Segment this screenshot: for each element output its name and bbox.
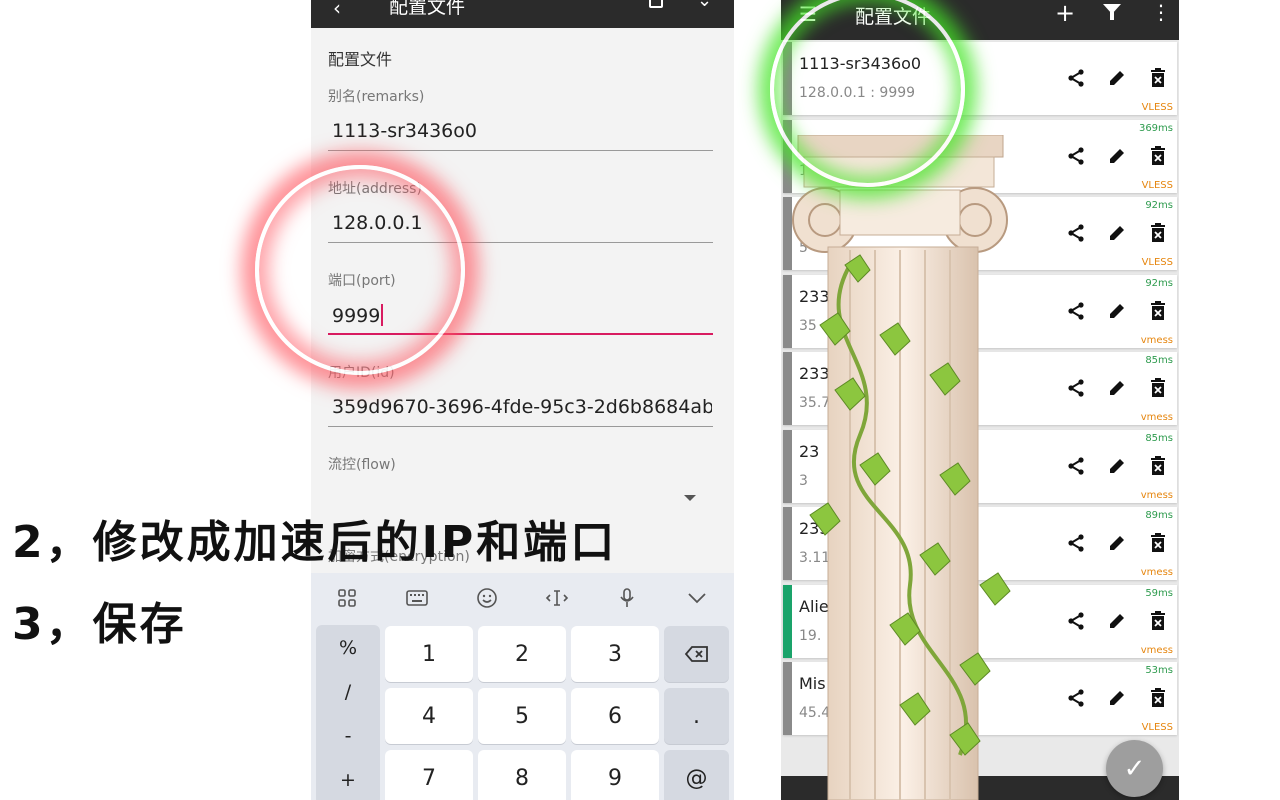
highlight-ring-red [255,165,465,375]
share-icon[interactable] [1065,609,1087,633]
add-icon[interactable]: + [1055,0,1075,27]
caption-step-3: 3，保存 [12,599,187,650]
card-latency: 92ms [1145,200,1173,211]
flow-label: 流控(flow) [328,457,396,473]
share-icon[interactable] [1065,299,1087,323]
card-protocol: VLESS [1141,722,1173,733]
card-protocol: vmess [1140,334,1173,346]
key-9[interactable]: 9 [571,750,659,800]
card-latency: 369ms [1138,122,1173,134]
edit-icon[interactable] [1106,609,1128,633]
delete-icon[interactable] [1147,66,1169,90]
delete-icon[interactable] [1147,609,1169,633]
card-latency: 85ms [1145,355,1173,366]
edit-icon[interactable] [1106,531,1128,555]
mic-icon[interactable] [612,583,642,613]
edit-config-screen: ‹ 配置文件 ⌄ 配置文件 别名(remarks) 1113-sr3436o0 … [311,0,734,800]
filter-icon-stem [1110,12,1114,20]
card-latency: 89ms [1145,510,1173,521]
edit-icon[interactable] [1106,66,1128,90]
flow-dropdown-icon[interactable] [684,495,696,501]
card-protocol: vmess [1140,412,1173,423]
more-icon[interactable]: ⋮ [1151,0,1171,24]
delete-icon[interactable] [1147,221,1169,245]
backspace-key[interactable] [664,626,729,682]
edit-icon[interactable] [1106,221,1128,245]
delete-icon[interactable] [1147,299,1169,323]
card-protocol: vmess [1140,644,1173,656]
connect-fab[interactable]: ✓ [1106,740,1163,797]
edit-icon[interactable] [1106,144,1128,168]
caption-step-2: 2，修改成加速后的IP和端口 [12,517,618,568]
share-icon[interactable] [1065,221,1087,245]
backspace-icon [684,646,708,662]
apps-icon[interactable] [332,583,362,613]
card-latency: 53ms [1145,665,1173,676]
card-latency: 92ms [1145,277,1173,289]
key-1[interactable]: 1 [385,626,473,682]
card-protocol: vmess [1140,567,1173,578]
remarks-input[interactable]: 1113-sr3436o0 [332,120,712,142]
chevron-down-icon[interactable]: ⌄ [697,0,712,11]
keyboard-icon[interactable] [402,583,432,613]
back-icon[interactable]: ‹ [333,0,341,20]
edit-icon[interactable] [1106,454,1128,478]
delete-icon[interactable] [1147,531,1169,555]
key-plus[interactable]: + [316,769,380,791]
key-minus[interactable]: - [316,725,380,747]
share-icon[interactable] [1065,531,1087,555]
key-5[interactable]: 5 [478,688,566,744]
share-icon[interactable] [1065,454,1087,478]
cursor-icon[interactable] [542,583,572,613]
key-at[interactable]: @ [664,750,729,800]
emoji-icon[interactable] [472,583,502,613]
delete-icon[interactable] [1147,686,1169,710]
edit-icon[interactable] [1106,299,1128,323]
id-input[interactable]: 359d9670-3696-4fde-95c3-2d6b8684ab5 [332,396,712,418]
key-4[interactable]: 4 [385,688,473,744]
delete-icon[interactable] [1147,144,1169,168]
column-decoration [792,135,1011,800]
section-title: 配置文件 [328,50,393,69]
id-underline [328,426,713,427]
share-icon[interactable] [1065,686,1087,710]
edit-toolbar: ‹ 配置文件 ⌄ [311,0,734,28]
key-3[interactable]: 3 [571,626,659,682]
key-6[interactable]: 6 [571,688,659,744]
card-latency: 85ms [1145,432,1173,444]
remarks-label: 别名(remarks) [328,89,425,105]
highlight-ring-green [770,0,965,187]
key-7[interactable]: 7 [385,750,473,800]
key-slash[interactable]: / [316,681,380,703]
share-icon[interactable] [1065,66,1087,90]
key-8[interactable]: 8 [478,750,566,800]
card-latency: 59ms [1145,587,1173,599]
key-2[interactable]: 2 [478,626,566,682]
v2ray-logo-icon: ✓ [1123,753,1146,784]
edit-title: 配置文件 [389,0,466,18]
save-icon[interactable] [649,0,663,8]
card-protocol: VLESS [1141,102,1173,113]
delete-icon[interactable] [1147,454,1169,478]
share-icon[interactable] [1065,376,1087,400]
card-protocol: vmess [1140,489,1173,501]
edit-icon[interactable] [1106,376,1128,400]
card-protocol: VLESS [1141,257,1173,268]
collapse-icon[interactable] [682,583,712,613]
screenshot: ‹ 配置文件 ⌄ 配置文件 别名(remarks) 1113-sr3436o0 … [0,0,1280,800]
delete-icon[interactable] [1147,376,1169,400]
card-protocol: VLESS [1141,179,1173,191]
numeric-keyboard: % / - + 1 2 3 4 5 6 . 7 8 9 @ [311,573,734,800]
key-dot[interactable]: . [664,688,729,744]
edit-icon[interactable] [1106,686,1128,710]
key-percent[interactable]: % [316,637,380,659]
share-icon[interactable] [1065,144,1087,168]
symbol-column: % / - + [316,625,380,800]
keyboard-toolbar [311,573,734,623]
remarks-underline [328,150,713,151]
